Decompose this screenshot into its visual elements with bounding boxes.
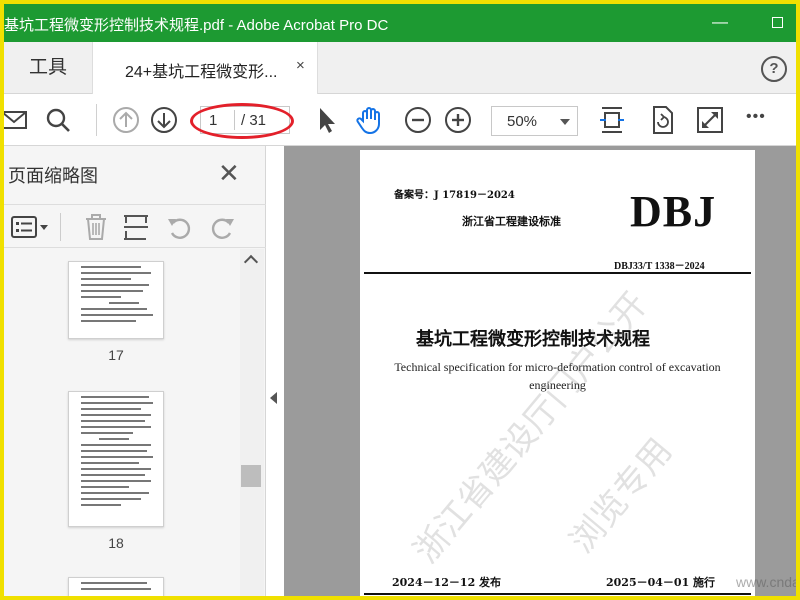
chevron-down-icon <box>560 119 570 125</box>
panel-close-button[interactable]: ✕ <box>218 160 240 186</box>
thumbnails-panel: 页面缩略图 ✕ 17 18 <box>4 146 266 596</box>
tab-document[interactable]: 24+基坑工程微变形... × <box>92 42 318 94</box>
tab-bar: 工具 24+基坑工程微变形... × ? <box>4 42 796 94</box>
zoom-out-icon[interactable] <box>402 104 434 136</box>
rotate-left-icon[interactable] <box>164 211 196 243</box>
panel-toolbar <box>4 204 266 248</box>
standard-organization: 浙江省工程建设标准 <box>462 215 561 228</box>
help-button[interactable]: ? <box>761 56 787 82</box>
site-watermark: www.cndao. <box>736 574 796 590</box>
standard-code: DBJ33/T 1338－2024 <box>614 261 705 272</box>
thumbnail-scrollbar[interactable] <box>240 249 264 596</box>
registration-number: 备案号：J 17819－2024 <box>394 190 515 201</box>
maximize-button[interactable] <box>766 12 788 34</box>
document-viewport[interactable]: 备案号：J 17819－2024 浙江省工程建设标准 DBJ DBJ33/T 1… <box>284 146 796 596</box>
rotate-right-icon[interactable] <box>206 211 238 243</box>
header-rule <box>364 272 751 274</box>
options-menu-icon[interactable] <box>8 211 52 243</box>
zoom-select[interactable]: 50% <box>491 106 578 136</box>
page-down-icon[interactable] <box>148 104 180 136</box>
zoom-value: 50% <box>507 113 538 130</box>
maximize-icon <box>771 17 783 28</box>
rotate-view-icon[interactable] <box>646 104 678 136</box>
panel-toolbar-separator <box>60 213 61 241</box>
minimize-button[interactable]: — <box>709 12 731 34</box>
search-icon[interactable] <box>42 104 74 136</box>
mail-icon[interactable] <box>4 104 30 136</box>
highlight-ellipse <box>190 103 294 139</box>
thumbnail-page-19[interactable] <box>68 577 164 596</box>
title-bar: 基坑工程微变形控制技术规程.pdf - Adobe Acrobat Pro DC… <box>4 4 796 42</box>
thumbnail-page-18[interactable] <box>68 391 164 527</box>
select-cursor-icon[interactable] <box>310 104 342 136</box>
trash-icon[interactable] <box>80 211 112 243</box>
panel-title: 页面缩略图 <box>8 166 98 186</box>
fit-page-icon[interactable] <box>596 104 628 136</box>
window-title: 基坑工程微变形控制技术规程.pdf - Adobe Acrobat Pro DC <box>4 17 389 34</box>
thumbnail-label: 17 <box>108 347 124 363</box>
insert-page-icon[interactable] <box>120 211 152 243</box>
footer-rule <box>364 593 751 595</box>
app-window: 基坑工程微变形控制技术规程.pdf - Adobe Acrobat Pro DC… <box>4 4 796 596</box>
tab-tools[interactable]: 工具 <box>4 42 92 94</box>
series-mark: DBJ <box>630 187 717 236</box>
watermark-sub: 浏览专用 <box>562 430 681 561</box>
zoom-in-icon[interactable] <box>442 104 474 136</box>
toolbar-separator <box>96 104 97 136</box>
scroll-up-icon[interactable] <box>243 254 259 270</box>
thumbnail-label: 18 <box>108 535 124 551</box>
toolbar: / 31 50% <box>4 94 796 146</box>
hand-tool-icon[interactable] <box>354 104 386 136</box>
tab-document-label: 24+基坑工程微变形... <box>125 64 278 81</box>
thumbnail-page-17[interactable] <box>68 261 164 339</box>
full-screen-icon[interactable] <box>694 104 726 136</box>
implement-date: 2025－04－01 施行 <box>606 576 716 589</box>
pdf-page: 备案号：J 17819－2024 浙江省工程建设标准 DBJ DBJ33/T 1… <box>360 150 755 596</box>
thumbnail-list: 17 18 <box>4 249 240 596</box>
page-up-icon[interactable] <box>110 104 142 136</box>
issue-date: 2024－12－12 发布 <box>392 576 502 589</box>
scroll-thumb[interactable] <box>241 465 261 487</box>
collapse-panel-icon[interactable] <box>270 392 277 404</box>
tab-close-button[interactable]: × <box>296 57 305 74</box>
more-icon[interactable]: ••• <box>746 108 778 140</box>
